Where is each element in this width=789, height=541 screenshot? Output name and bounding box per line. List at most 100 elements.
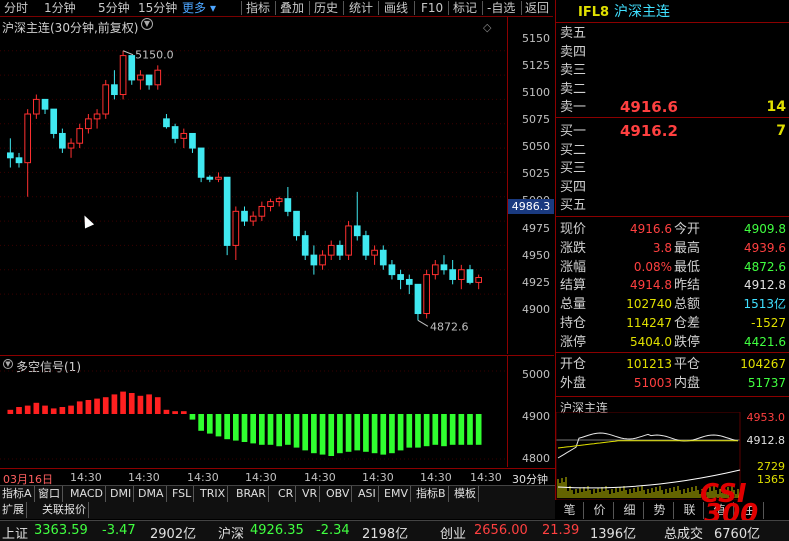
tab-indicator[interactable]: 窗口 (36, 486, 63, 502)
candle-body (67, 142, 75, 149)
tab-indicator[interactable]: DMA (136, 486, 167, 502)
candle-body (362, 235, 370, 256)
price-tick: 4950 (522, 249, 550, 262)
quote-value: 51737 (747, 375, 786, 390)
quote-value: 5404.0 (630, 334, 672, 349)
candle (33, 94, 40, 119)
candle-body (7, 152, 14, 159)
tab-detail[interactable]: 细 (616, 502, 644, 519)
more-periods-button[interactable]: 更多 (182, 0, 206, 16)
ask-row[interactable]: 卖一 4916.6 14 (556, 99, 789, 116)
candle (466, 264, 474, 285)
mini-tick: 4912.8 (746, 434, 786, 447)
candle (440, 255, 448, 275)
quote-value: 4916.6 (630, 222, 672, 236)
candle (189, 132, 196, 153)
bid-row[interactable]: 买二 (556, 142, 789, 159)
ask-row[interactable]: 卖五 (556, 25, 789, 42)
cy-index-label[interactable]: 创业 (440, 523, 466, 541)
bid-row[interactable]: 买四 (556, 179, 789, 196)
back-button[interactable]: 返回 (525, 0, 549, 16)
tab-indicator[interactable]: 模板 (452, 486, 479, 502)
candle-body (440, 264, 448, 271)
tab-related-quotes[interactable]: 关联报价 (40, 502, 89, 518)
tab-detail[interactable]: 笔 (556, 502, 584, 519)
quote-label: 涨幅 (560, 259, 587, 275)
bid-row[interactable]: 买一 4916.2 7 (556, 123, 789, 140)
hs-index-label[interactable]: 沪深 (218, 523, 244, 541)
low-label: 4872.6 (430, 320, 469, 333)
candle (119, 50, 127, 100)
mark-button[interactable]: 标记 (453, 0, 477, 16)
tab-indicator[interactable]: MACD (68, 486, 106, 502)
quote-label: 仓差 (674, 316, 701, 331)
tab-indicator[interactable]: VR (300, 486, 321, 502)
level-price: 4916.2 (620, 122, 678, 140)
tab-indicator[interactable]: FSL (170, 486, 195, 502)
candle-body (93, 113, 101, 120)
tab-indicator[interactable]: 指标A (0, 486, 35, 502)
candle (171, 123, 179, 144)
candle-body (301, 235, 309, 256)
time-label: 14:30 (245, 471, 277, 484)
period-5min-button[interactable]: 5分钟 (98, 0, 130, 16)
ask-row[interactable]: 卖四 (556, 44, 789, 61)
statistics-button[interactable]: 统计 (349, 0, 373, 16)
tab-indicator[interactable]: BRAR (234, 486, 269, 502)
tab-detail[interactable]: 势 (646, 502, 674, 519)
candle (67, 138, 75, 158)
candle (449, 260, 456, 285)
candle-body (223, 176, 231, 246)
contract-name: 沪深主连 (614, 4, 670, 20)
candle (327, 240, 335, 260)
tab-indicator[interactable]: EMV (382, 486, 411, 502)
time-label: 14:30 (128, 471, 160, 484)
candle-body (206, 176, 214, 180)
period-1min-button[interactable]: 1分钟 (44, 0, 76, 16)
watchlist-button[interactable]: -自选 (487, 0, 515, 16)
tab-indicator[interactable]: DMI (108, 486, 135, 502)
f10-button[interactable]: F10 (421, 0, 443, 16)
candle (431, 260, 439, 280)
price-tick: 4925 (522, 276, 550, 289)
tab-indicator[interactable]: 指标B (414, 486, 449, 502)
tab-indicator[interactable]: CR (276, 486, 297, 502)
price-tick: 5075 (522, 113, 550, 126)
history-button[interactable]: 历史 (314, 0, 338, 16)
period-15min-button[interactable]: 15分钟 (138, 0, 177, 16)
ask-row[interactable]: 卖二 (556, 81, 789, 98)
price-tick: 5025 (522, 167, 550, 180)
time-label: 14:30 (470, 471, 502, 484)
quote-label: 平仓 (674, 357, 701, 372)
quote-label: 内盘 (674, 375, 701, 391)
chevron-down-icon[interactable]: ▾ (210, 0, 216, 16)
quote-value: 4912.8 (744, 278, 786, 293)
candle (267, 198, 274, 212)
tab-indicator[interactable]: OBV (324, 486, 353, 502)
period-intraday-button[interactable]: 分时 (4, 0, 28, 16)
hs-index-change: -2.34 (316, 523, 350, 538)
candle (249, 211, 257, 226)
tab-indicator[interactable]: TRIX (198, 486, 229, 502)
quote-value: 4872.6 (744, 259, 786, 274)
candle-body (189, 132, 196, 149)
csi300-logo: CSI 300 (700, 481, 770, 527)
ask-row[interactable]: 卖三 (556, 62, 789, 79)
draw-line-button[interactable]: 画线 (384, 0, 408, 16)
bid-row[interactable]: 买三 (556, 160, 789, 177)
candle-body (171, 126, 179, 139)
sh-index-label[interactable]: 上证 (2, 523, 28, 541)
tab-detail[interactable]: 价 (586, 502, 614, 519)
candle-body (414, 283, 422, 315)
level-label: 买二 (560, 142, 587, 158)
indicator-panel[interactable]: ▼ 多空信号(1) (0, 355, 507, 467)
hs-index-amount: 2198亿 (362, 527, 409, 541)
candle-body (457, 269, 465, 280)
tab-indicator[interactable]: ASI (356, 486, 379, 502)
bid-row[interactable]: 买五 (556, 197, 789, 214)
overlay-button[interactable]: 叠加 (280, 0, 304, 16)
tab-expand[interactable]: 扩展 (0, 502, 27, 518)
mini-avg-line (557, 440, 738, 449)
indicator-button[interactable]: 指标 (246, 0, 270, 16)
candlestick-chart[interactable]: 沪深主连(30分钟,前复权) ▼ ◇ 5150.0 4872.6 (0, 17, 507, 354)
